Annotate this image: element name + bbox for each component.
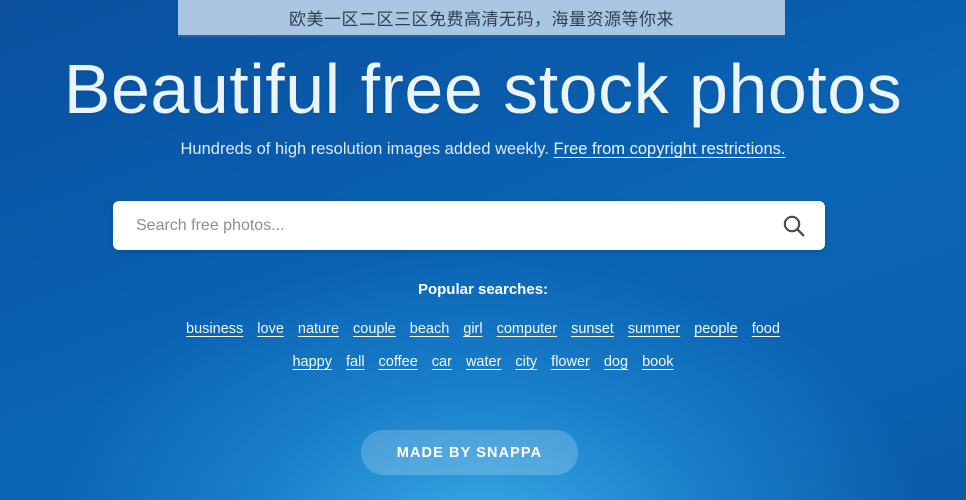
- popular-searches-label: Popular searches:: [417, 281, 549, 298]
- tag-dog[interactable]: dog: [604, 354, 628, 370]
- tag-sunset[interactable]: sunset: [571, 321, 614, 337]
- made-by-snappa-label: MADE BY SNAPPA: [396, 444, 543, 461]
- tag-beach[interactable]: beach: [410, 321, 450, 337]
- tag-nature[interactable]: nature: [298, 321, 339, 337]
- tag-water[interactable]: water: [466, 354, 501, 370]
- hero-subtitle: Hundreds of high resolution images added…: [0, 140, 966, 159]
- made-by-snappa-button[interactable]: MADE BY SNAPPA: [361, 430, 578, 475]
- page-root: 欧美一区二区三区免费高清无码，海量资源等你来 Beautiful free st…: [0, 0, 966, 500]
- tag-computer[interactable]: computer: [497, 321, 557, 337]
- popular-tags-row-1: business love nature couple beach girl compute…: [0, 320, 966, 338]
- page-title: Beautiful free stock photos: [63, 50, 903, 128]
- tag-book[interactable]: book: [642, 354, 673, 370]
- tag-coffee[interactable]: coffee: [379, 354, 418, 370]
- popular-tags-row-2: happy fall coffee car water city flower dog book: [0, 353, 966, 371]
- tag-summer[interactable]: summer: [628, 321, 680, 337]
- search-button[interactable]: [763, 201, 825, 250]
- tag-love[interactable]: love: [257, 321, 284, 337]
- ad-banner[interactable]: 欧美一区二区三区免费高清无码，海量资源等你来: [178, 0, 785, 37]
- search-input[interactable]: [113, 201, 763, 250]
- tag-people[interactable]: people: [694, 321, 738, 337]
- copyright-link[interactable]: Free from copyright restrictions.: [554, 140, 786, 158]
- search-icon: [783, 215, 805, 236]
- tag-city[interactable]: city: [515, 354, 537, 370]
- ad-banner-text: 欧美一区二区三区免费高清无码，海量资源等你来: [289, 10, 674, 29]
- tag-couple[interactable]: couple: [353, 321, 396, 337]
- tag-flower[interactable]: flower: [551, 354, 590, 370]
- tag-happy[interactable]: happy: [292, 354, 332, 370]
- tag-fall[interactable]: fall: [346, 354, 365, 370]
- tag-business[interactable]: business: [186, 321, 243, 337]
- hero-subtitle-text: Hundreds of high resolution images added…: [180, 140, 554, 158]
- tag-girl[interactable]: girl: [463, 321, 482, 337]
- tag-car[interactable]: car: [432, 354, 452, 370]
- search-bar[interactable]: [113, 201, 825, 250]
- tag-food[interactable]: food: [752, 321, 780, 337]
